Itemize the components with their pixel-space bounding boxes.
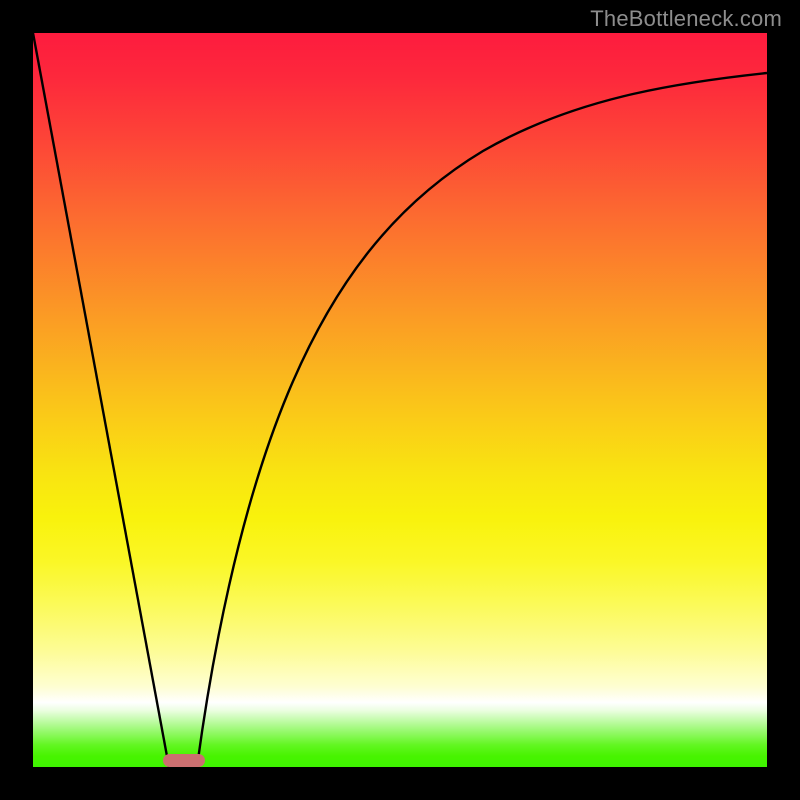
watermark-text: TheBottleneck.com — [590, 6, 782, 32]
right-curve — [197, 73, 767, 767]
plot-area — [33, 33, 767, 767]
bottleneck-marker — [163, 754, 205, 767]
left-line — [33, 33, 169, 767]
chart-frame: TheBottleneck.com — [0, 0, 800, 800]
curve-overlay — [33, 33, 767, 767]
